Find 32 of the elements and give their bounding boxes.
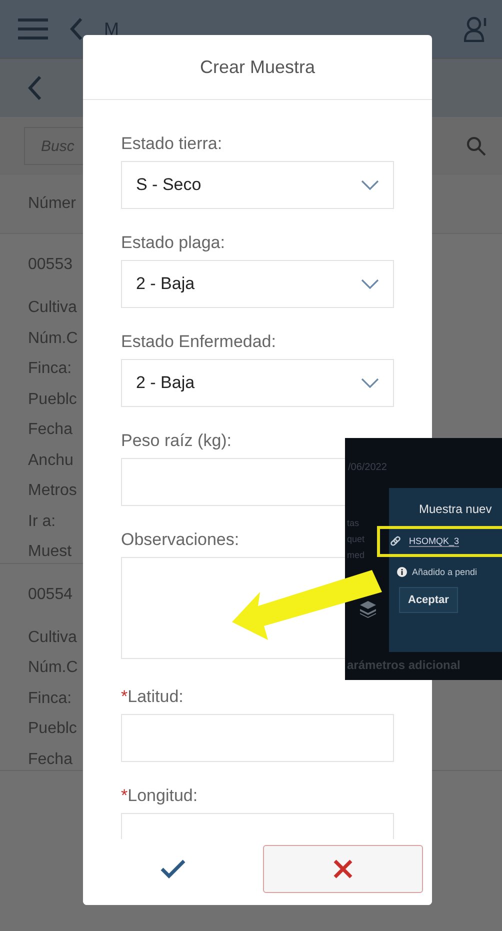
field-label: *Latitud: (121, 687, 184, 707)
sample-code: HSOMQK_3 (409, 536, 460, 547)
field-label: Finca: (28, 688, 72, 708)
field-label: *Longitud: (121, 786, 198, 806)
notice-text: Añadido a pendi (412, 567, 478, 577)
field-label: Núm.C (28, 658, 78, 678)
field-label: tas (347, 518, 360, 528)
field-label: Núm.C (28, 328, 78, 348)
dialog-title: Crear Muestra (83, 35, 432, 100)
field-label: Anchu (28, 450, 74, 470)
field-label: Peso raíz (kg): (121, 431, 232, 451)
record-number: 00553 (28, 256, 72, 274)
field-label: Ir a: (28, 512, 56, 532)
field-label: Estado tierra: (121, 134, 222, 154)
field-label: Cultiva (28, 628, 77, 648)
field-label: Cultiva (28, 298, 77, 318)
popup-title: Muestra nuev (418, 502, 493, 516)
field-label: Metros (28, 481, 77, 501)
field-label: Finca: (28, 359, 72, 379)
field-label: Estado plaga: (121, 233, 225, 253)
date-text: /06/2022 (348, 462, 387, 473)
field-label: Pueblc (28, 390, 77, 410)
column-header: Númer (28, 195, 76, 213)
field-label: Muest (28, 542, 72, 562)
field-label: med (347, 550, 365, 560)
field-label: Estado Enfermedad: (121, 332, 276, 352)
field-label: Fecha (28, 750, 72, 770)
field-label: Pueblc (28, 719, 77, 739)
field-label: quet (347, 534, 365, 544)
record-number: 00554 (28, 586, 72, 604)
field-label: Fecha (28, 420, 72, 440)
field-label: Observaciones: (121, 530, 240, 550)
